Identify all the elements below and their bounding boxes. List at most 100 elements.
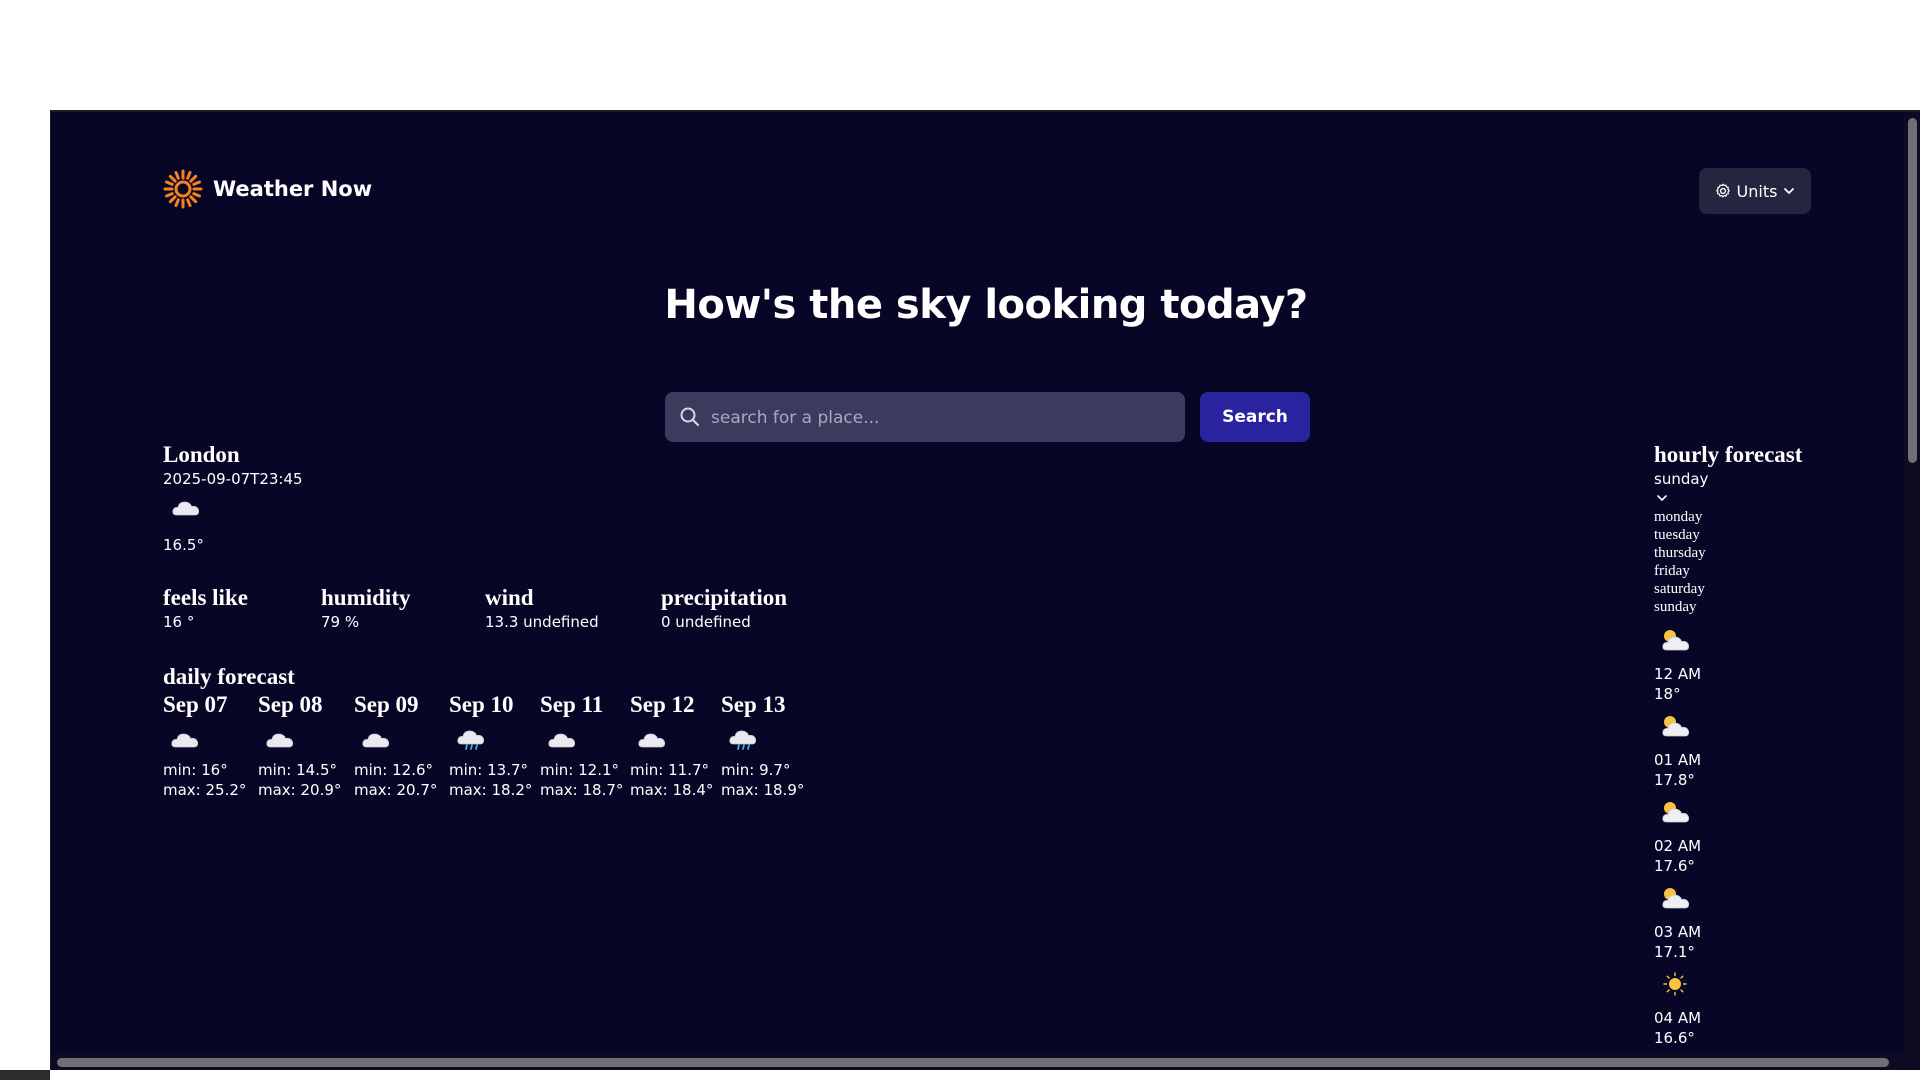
hourly-item: 01 AM 17.8°: [1654, 710, 1701, 790]
day-max: max: 20.9°: [258, 781, 342, 799]
hour-temp: 18°: [1654, 685, 1681, 703]
day-min: min: 16°: [163, 761, 228, 779]
vertical-scroll-thumb[interactable]: [1908, 118, 1917, 463]
metric-feels-like: feels like 16 °: [163, 585, 248, 632]
hour-time: 04 AM: [1654, 1009, 1702, 1027]
gear-icon: [1715, 183, 1730, 198]
partly-cloudy-icon: [1662, 802, 1690, 823]
day-max: max: 18.7°: [540, 781, 624, 799]
chevron-down-icon: [1784, 188, 1795, 194]
horizontal-scrollbar[interactable]: [51, 1054, 1905, 1070]
daily-card: Sep 08 min: 14.5° max: 20.9°: [258, 692, 341, 800]
day-option[interactable]: friday: [1654, 562, 1706, 580]
day-min: min: 12.1°: [540, 761, 620, 779]
hour-time: 02 AM: [1654, 837, 1702, 855]
daily-card: Sep 09 min: 12.6° max: 20.7°: [354, 692, 437, 800]
cloud-icon: [171, 733, 199, 748]
cloud-icon: [266, 733, 294, 748]
page-headline: How's the sky looking today?: [664, 282, 1308, 328]
hour-time: 03 AM: [1654, 923, 1702, 941]
cloud-icon: [548, 733, 576, 748]
search-icon: [680, 407, 699, 426]
day-date: Sep 07: [163, 692, 228, 717]
day-max: max: 18.2°: [449, 781, 533, 799]
hour-temp: 17.1°: [1654, 943, 1695, 961]
metric-label: precipitation: [661, 585, 788, 610]
daily-card: Sep 12 min: 11.7° max: 18.4°: [630, 692, 713, 800]
partly-cloudy-icon: [1662, 888, 1690, 909]
current-temperature: 16.5°: [163, 536, 204, 554]
hourly-item: 04 AM 16.6°: [1654, 968, 1701, 1048]
day-max: max: 20.7°: [354, 781, 438, 799]
taskbar-edge: [0, 1070, 50, 1080]
sun-logo-icon: [163, 169, 203, 209]
day-date: Sep 08: [258, 692, 323, 717]
day-max: max: 18.9°: [721, 781, 805, 799]
hourly-item: 02 AM 17.6°: [1654, 796, 1701, 876]
daily-card: Sep 10 min: 13.7° max: 18.2°: [449, 692, 532, 800]
day-date: Sep 13: [721, 692, 786, 717]
metric-label: humidity: [321, 585, 411, 610]
day-option[interactable]: saturday: [1654, 580, 1706, 598]
app-viewport: Weather Now Units How's the sky looking …: [50, 110, 1920, 1070]
partly-cloudy-icon: [1662, 716, 1690, 737]
app-title: Weather Now: [213, 177, 373, 201]
metric-wind: wind 13.3 undefined: [485, 585, 599, 632]
sun-icon: [1663, 972, 1687, 996]
day-min: min: 12.6°: [354, 761, 434, 779]
hour-temp: 16.6°: [1654, 1029, 1695, 1047]
hourly-item: 03 AM 17.1°: [1654, 882, 1701, 962]
search-input[interactable]: [709, 392, 1173, 444]
day-option[interactable]: monday: [1654, 508, 1706, 526]
metric-humidity: humidity 79 %: [321, 585, 410, 632]
chevron-down-icon[interactable]: [1656, 493, 1668, 503]
city-name: London: [163, 442, 240, 467]
search-button[interactable]: Search: [1200, 392, 1310, 442]
day-date: Sep 11: [540, 692, 604, 717]
daily-forecast-title: daily forecast: [163, 664, 295, 689]
daily-card: Sep 11 min: 12.1° max: 18.7°: [540, 692, 623, 800]
browser-top-area: [0, 0, 1920, 110]
hour-time: 12 AM: [1654, 665, 1702, 683]
metric-value: 0 undefined: [661, 613, 751, 631]
partly-cloudy-icon: [1662, 630, 1690, 651]
metric-label: feels like: [163, 585, 248, 610]
day-option[interactable]: tuesday: [1654, 526, 1706, 544]
cloud-icon: [362, 733, 390, 748]
rain-cloud-icon: [729, 730, 757, 750]
hour-temp: 17.8°: [1654, 771, 1695, 789]
hourly-item: 12 AM 18°: [1654, 624, 1701, 704]
vertical-scrollbar[interactable]: [1904, 112, 1920, 1070]
horizontal-scroll-thumb[interactable]: [57, 1058, 1889, 1067]
hourly-day-options: monday tuesday thursday friday saturday …: [1654, 508, 1706, 616]
day-min: min: 11.7°: [630, 761, 710, 779]
day-date: Sep 09: [354, 692, 419, 717]
day-min: min: 14.5°: [258, 761, 338, 779]
units-dropdown-button[interactable]: Units: [1699, 168, 1811, 214]
app-logo[interactable]: Weather Now: [163, 169, 372, 209]
hourly-forecast-title: hourly forecast: [1654, 442, 1803, 467]
metric-label: wind: [485, 585, 534, 610]
day-date: Sep 12: [630, 692, 695, 717]
cloud-icon: [638, 733, 666, 748]
metric-value: 16 °: [163, 613, 195, 631]
day-min: min: 9.7°: [721, 761, 791, 779]
units-label: Units: [1736, 181, 1778, 201]
daily-card: Sep 07 min: 16° max: 25.2°: [163, 692, 246, 800]
hour-time: 01 AM: [1654, 751, 1702, 769]
metric-value: 79 %: [321, 613, 360, 631]
current-datetime: 2025-09-07T23:45: [163, 470, 303, 488]
day-min: min: 13.7°: [449, 761, 529, 779]
day-option[interactable]: sunday: [1654, 598, 1706, 616]
day-option[interactable]: thursday: [1654, 544, 1706, 562]
daily-card: Sep 13 min: 9.7° max: 18.9°: [721, 692, 804, 800]
cloud-icon: [172, 501, 200, 516]
hour-temp: 17.6°: [1654, 857, 1695, 875]
hourly-day-select[interactable]: sunday: [1654, 469, 1708, 489]
day-max: max: 18.4°: [630, 781, 714, 799]
search-field[interactable]: [665, 392, 1185, 444]
day-max: max: 25.2°: [163, 781, 247, 799]
metric-precipitation: precipitation 0 undefined: [661, 585, 787, 632]
metric-value: 13.3 undefined: [485, 613, 599, 631]
rain-cloud-icon: [457, 730, 485, 750]
